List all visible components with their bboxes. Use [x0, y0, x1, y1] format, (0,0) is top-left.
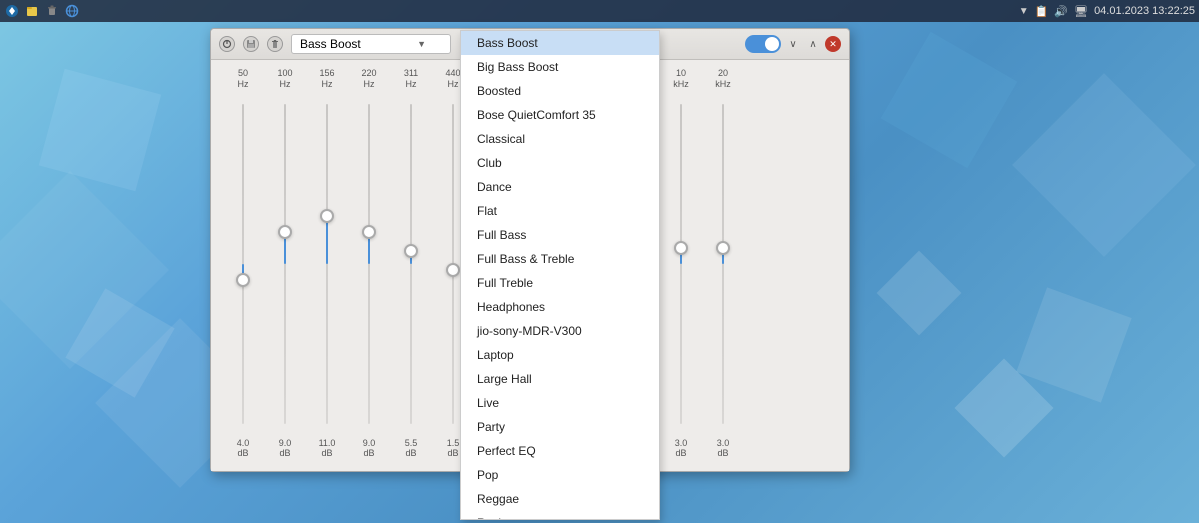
dropdown-item-18[interactable]: Pop [461, 463, 659, 487]
freq-label: 311Hz [404, 68, 418, 90]
slider-track-wrapper [242, 94, 244, 434]
titlebar-controls: ∨ ∧ ✕ [745, 35, 841, 53]
dropdown-item-6[interactable]: Dance [461, 175, 659, 199]
browser-icon[interactable] [64, 3, 80, 19]
dropdown-item-9[interactable]: Full Bass & Treble [461, 247, 659, 271]
db-label: 3.0dB [675, 438, 688, 460]
db-label: 3.0dB [717, 438, 730, 460]
freq-label: 440Hz [445, 68, 460, 90]
dropdown-arrow-icon: ▼ [417, 39, 426, 49]
slider-col-156: 156Hz 11.0dB [307, 68, 347, 459]
slider-handle[interactable] [404, 244, 418, 258]
slider-col-220: 220Hz 9.0dB [349, 68, 389, 459]
db-label: 4.0dB [237, 438, 250, 460]
slider-handle[interactable] [236, 273, 250, 287]
dropdown-item-19[interactable]: Reggae [461, 487, 659, 511]
dropdown-item-7[interactable]: Flat [461, 199, 659, 223]
dropdown-item-4[interactable]: Classical [461, 127, 659, 151]
db-label: 11.0dB [319, 438, 336, 460]
slider-track[interactable] [410, 104, 412, 424]
dropdown-item-1[interactable]: Big Bass Boost [461, 55, 659, 79]
dropdown-item-8[interactable]: Full Bass [461, 223, 659, 247]
bg-shape-5 [1016, 287, 1131, 402]
dropdown-item-14[interactable]: Large Hall [461, 367, 659, 391]
freq-label: 10kHz [673, 68, 689, 90]
slider-track-wrapper [680, 94, 682, 434]
dropdown-item-2[interactable]: Boosted [461, 79, 659, 103]
dropdown-item-0[interactable]: Bass Boost [461, 31, 659, 55]
prev-preset-button[interactable]: ∨ [785, 36, 801, 52]
slider-track-wrapper [368, 94, 370, 434]
slider-handle[interactable] [362, 225, 376, 239]
bg-shape-3 [39, 69, 161, 191]
trash-icon[interactable] [44, 3, 60, 19]
freq-label: 20kHz [715, 68, 731, 90]
slider-handle[interactable] [446, 263, 460, 277]
taskbar-left [4, 3, 80, 19]
freq-label: 50Hz [238, 68, 249, 90]
bg-shape-9 [877, 251, 962, 336]
slider-track[interactable] [680, 104, 682, 424]
slider-track[interactable] [326, 104, 328, 424]
dropdown-item-16[interactable]: Party [461, 415, 659, 439]
dropdown-item-20[interactable]: Rock [461, 511, 659, 520]
preset-dropdown-menu[interactable]: Bass BoostBig Bass BoostBoostedBose Quie… [460, 30, 660, 520]
enable-toggle[interactable] [745, 35, 781, 53]
dropdown-item-17[interactable]: Perfect EQ [461, 439, 659, 463]
slider-track-wrapper [284, 94, 286, 434]
db-label: 1.5dB [447, 438, 460, 460]
slider-track[interactable] [452, 104, 454, 424]
system-clock: 04.01.2023 13:22:25 [1094, 5, 1195, 17]
slider-track[interactable] [368, 104, 370, 424]
taskbar: ▼ 📋 🔊 🖥 04.01.2023 13:22:25 [0, 0, 1199, 22]
dropdown-item-10[interactable]: Full Treble [461, 271, 659, 295]
slider-handle[interactable] [716, 241, 730, 255]
slider-track-wrapper [410, 94, 412, 434]
dropdown-item-15[interactable]: Live [461, 391, 659, 415]
slider-handle[interactable] [674, 241, 688, 255]
slider-col-100: 100Hz 9.0dB [265, 68, 305, 459]
low-freq-sliders: 50Hz 4.0dB 100Hz 9.0dB 156Hz 11.0dB 220Hz 9.0dB… [223, 68, 473, 459]
delete-preset-button[interactable] [267, 36, 283, 52]
desktop: ▼ 📋 🔊 🖥 04.01.2023 13:22:25 Bass Boost [0, 0, 1199, 523]
kde-icon[interactable] [4, 3, 20, 19]
system-tray-expand[interactable]: ▼ [1019, 6, 1029, 17]
dropdown-item-12[interactable]: jio-sony-MDR-V300 [461, 319, 659, 343]
slider-handle[interactable] [320, 209, 334, 223]
dropdown-item-3[interactable]: Bose QuietComfort 35 [461, 103, 659, 127]
taskbar-right: ▼ 📋 🔊 🖥 04.01.2023 13:22:25 [1019, 5, 1195, 18]
files-icon[interactable] [24, 3, 40, 19]
slider-track[interactable] [284, 104, 286, 424]
freq-label: 100Hz [277, 68, 292, 90]
slider-col-20: 20kHz 3.0dB [703, 68, 743, 459]
slider-handle[interactable] [278, 225, 292, 239]
slider-track[interactable] [242, 104, 244, 424]
db-label: 9.0dB [363, 438, 376, 460]
save-preset-button[interactable] [243, 36, 259, 52]
volume-tray-icon[interactable]: 🔊 [1054, 5, 1068, 18]
preset-select[interactable]: Bass Boost ▼ [291, 34, 451, 54]
slider-track[interactable] [722, 104, 724, 424]
slider-track-wrapper [452, 94, 454, 434]
dropdown-item-11[interactable]: Headphones [461, 295, 659, 319]
preset-selected-label: Bass Boost [300, 37, 361, 51]
slider-col-50: 50Hz 4.0dB [223, 68, 263, 459]
slider-track-wrapper [722, 94, 724, 434]
display-tray-icon[interactable]: 🖥 [1074, 5, 1088, 18]
freq-label: 156Hz [319, 68, 334, 90]
dropdown-item-5[interactable]: Club [461, 151, 659, 175]
bg-shape-6 [1012, 73, 1196, 257]
bg-shape-8 [881, 32, 1018, 169]
dropdown-item-13[interactable]: Laptop [461, 343, 659, 367]
db-label: 5.5dB [405, 438, 418, 460]
slider-col-10: 10kHz 3.0dB [661, 68, 701, 459]
close-button[interactable]: ✕ [825, 36, 841, 52]
clipboard-tray-icon[interactable]: 📋 [1035, 5, 1049, 18]
next-preset-button[interactable]: ∧ [805, 36, 821, 52]
slider-track-wrapper [326, 94, 328, 434]
freq-label: 220Hz [361, 68, 376, 90]
power-button[interactable] [219, 36, 235, 52]
db-label: 9.0dB [279, 438, 292, 460]
slider-col-311: 311Hz 5.5dB [391, 68, 431, 459]
